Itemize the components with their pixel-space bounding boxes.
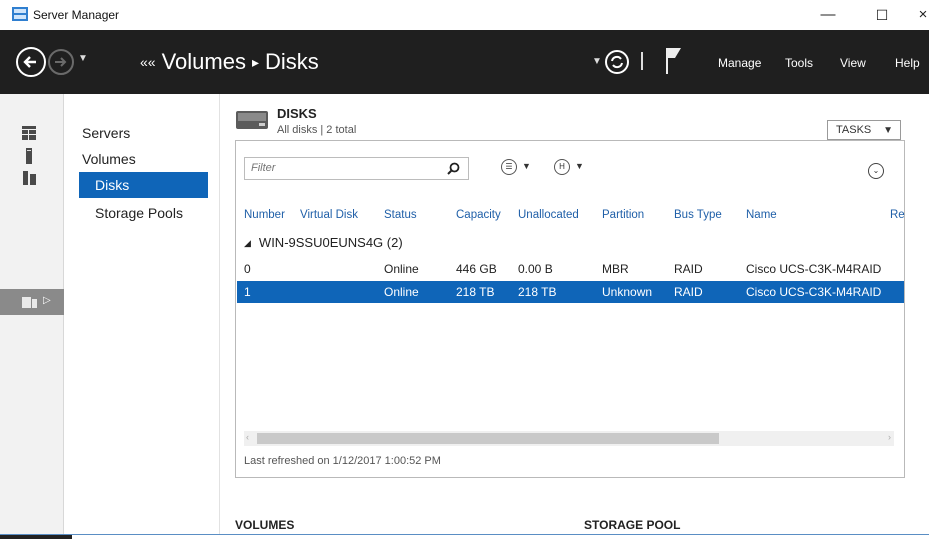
scroll-right-icon[interactable]: › bbox=[888, 432, 891, 442]
dashboard-icon bbox=[22, 126, 36, 140]
cell-name: Cisco UCS-C3K-M4RAID bbox=[746, 285, 882, 299]
forward-arrow-icon bbox=[55, 57, 67, 67]
forward-button[interactable] bbox=[48, 49, 74, 75]
refresh-icon[interactable] bbox=[604, 49, 630, 75]
disk-icon bbox=[236, 111, 268, 129]
window-title: Server Manager bbox=[33, 8, 120, 22]
menu-help[interactable]: Help bbox=[895, 56, 920, 70]
table-row[interactable]: 0 Online 446 GB 0.00 B MBR RAID Cisco UC… bbox=[237, 258, 904, 280]
refresh-dropdown-icon[interactable]: ▼ bbox=[592, 56, 602, 67]
nav-item-volumes[interactable]: Volumes bbox=[82, 151, 136, 167]
all-servers-icon bbox=[23, 171, 36, 185]
cell-status: Online bbox=[384, 285, 419, 299]
column-partition[interactable]: Partition bbox=[602, 209, 644, 221]
back-arrow-icon bbox=[23, 56, 36, 68]
close-button[interactable]: × bbox=[905, 4, 929, 26]
cell-capacity: 218 TB bbox=[456, 285, 495, 299]
cell-number: 1 bbox=[244, 285, 251, 299]
group-options-icon[interactable]: H bbox=[554, 159, 570, 175]
filter-input[interactable] bbox=[245, 158, 435, 178]
tasks-label: TASKS bbox=[836, 124, 872, 136]
header-divider bbox=[641, 52, 643, 70]
group-header[interactable]: ◢ WIN-9SSU0EUNS4G (2) bbox=[244, 235, 403, 250]
tile-subtitle: All disks | 2 total bbox=[277, 124, 357, 136]
maximize-button[interactable]: ☐ bbox=[864, 4, 900, 26]
server-manager-icon bbox=[12, 7, 28, 21]
left-icon-strip: ▷ bbox=[0, 94, 64, 539]
tasks-button[interactable]: TASKS ▼ bbox=[827, 120, 901, 140]
menu-view[interactable]: View bbox=[840, 56, 866, 70]
disks-grid: ☰ ▼ H ▼ ⌄ Number Virtual Disk Status Cap… bbox=[235, 140, 905, 478]
column-re[interactable]: Re bbox=[890, 209, 905, 221]
cell-bus-type: RAID bbox=[674, 285, 703, 299]
scroll-left-icon[interactable]: ‹ bbox=[246, 432, 249, 442]
column-number[interactable]: Number bbox=[244, 209, 285, 221]
expand-chevron-icon: ▷ bbox=[43, 295, 51, 306]
file-storage-nav-button[interactable]: ▷ bbox=[0, 289, 64, 315]
storage-pool-section-title: STORAGE POOL bbox=[584, 518, 681, 532]
cell-capacity: 446 GB bbox=[456, 262, 497, 276]
breadcrumb-volumes[interactable]: Volumes bbox=[162, 49, 246, 75]
nav-item-servers[interactable]: Servers bbox=[82, 125, 130, 141]
nav-panel: Servers Volumes Disks Storage Pools bbox=[64, 94, 220, 539]
column-name[interactable]: Name bbox=[746, 209, 777, 221]
group-label: WIN-9SSU0EUNS4G (2) bbox=[258, 235, 403, 250]
filter-box[interactable] bbox=[244, 157, 469, 180]
breadcrumb-lead-icon: «« bbox=[140, 54, 156, 70]
notifications-flag-icon[interactable] bbox=[665, 46, 683, 76]
cell-unallocated: 0.00 B bbox=[518, 262, 553, 276]
tasks-dropdown-icon: ▼ bbox=[883, 125, 893, 136]
nav-item-storage-pools[interactable]: Storage Pools bbox=[95, 205, 183, 221]
group-options-dropdown-icon[interactable]: ▼ bbox=[575, 161, 584, 171]
collapse-triangle-icon[interactable]: ◢ bbox=[244, 238, 251, 248]
tile-title: DISKS bbox=[277, 106, 317, 121]
menu-tools[interactable]: Tools bbox=[785, 56, 813, 70]
breadcrumb-disks: Disks bbox=[265, 49, 319, 74]
title-bar: Server Manager — ☐ × bbox=[0, 0, 929, 30]
column-bus-type[interactable]: Bus Type bbox=[674, 209, 722, 221]
scrollbar-thumb[interactable] bbox=[257, 433, 719, 444]
header-bar: ▼ «« Volumes ▸ Disks ▼ Manage Tools View He… bbox=[0, 30, 929, 94]
filter-options-icon[interactable]: ☰ bbox=[501, 159, 517, 175]
menu-manage[interactable]: Manage bbox=[718, 56, 761, 70]
cell-status: Online bbox=[384, 262, 419, 276]
breadcrumb: «« Volumes ▸ Disks bbox=[140, 49, 319, 75]
cell-partition: Unknown bbox=[602, 285, 653, 299]
main-content: DISKS All disks | 2 total TASKS ▼ ☰ ▼ H … bbox=[221, 94, 929, 539]
nav-item-disks[interactable]: Disks bbox=[79, 172, 208, 198]
history-dropdown-icon[interactable]: ▼ bbox=[78, 53, 88, 64]
back-button[interactable] bbox=[16, 47, 46, 77]
breadcrumb-separator-icon: ▸ bbox=[251, 54, 259, 70]
cell-partition: MBR bbox=[602, 262, 629, 276]
file-storage-icon bbox=[22, 297, 37, 308]
volumes-section-title: VOLUMES bbox=[235, 518, 295, 532]
column-virtual-disk[interactable]: Virtual Disk bbox=[300, 209, 358, 221]
column-status[interactable]: Status bbox=[384, 209, 417, 221]
filter-options-dropdown-icon[interactable]: ▼ bbox=[522, 161, 531, 171]
local-server-icon bbox=[26, 148, 32, 164]
cell-number: 0 bbox=[244, 262, 251, 276]
column-capacity[interactable]: Capacity bbox=[456, 209, 501, 221]
cell-bus-type: RAID bbox=[674, 262, 703, 276]
expand-collapse-icon[interactable]: ⌄ bbox=[868, 163, 884, 179]
cell-name: Cisco UCS-C3K-M4RAID bbox=[746, 262, 882, 276]
minimize-button[interactable]: — bbox=[810, 4, 846, 26]
table-row-selected[interactable]: 1 Online 218 TB 218 TB Unknown RAID Cisc… bbox=[237, 281, 904, 303]
all-servers-nav-button[interactable] bbox=[0, 165, 64, 191]
search-icon[interactable] bbox=[447, 162, 460, 175]
taskbar-edge bbox=[0, 534, 929, 539]
last-refreshed-text: Last refreshed on 1/12/2017 1:00:52 PM bbox=[244, 455, 441, 467]
cell-unallocated: 218 TB bbox=[518, 285, 557, 299]
taskbar-start-area bbox=[0, 535, 72, 539]
horizontal-scrollbar[interactable]: ‹ › bbox=[244, 431, 894, 446]
column-unallocated[interactable]: Unallocated bbox=[518, 209, 579, 221]
